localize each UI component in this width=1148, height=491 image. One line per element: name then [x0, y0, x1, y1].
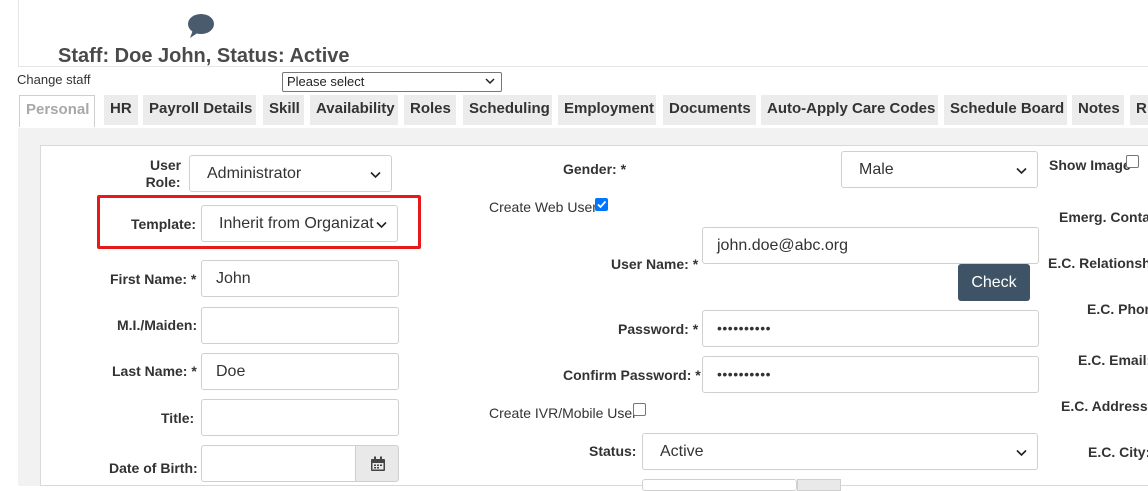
partial-button[interactable]	[797, 479, 841, 491]
user-role-label-line1: User	[150, 157, 182, 173]
create-web-user-checkbox[interactable]	[595, 198, 608, 211]
ec-phone-label: E.C. Phon	[1087, 301, 1148, 317]
create-ivr-user-checkbox[interactable]	[633, 403, 646, 416]
template-highlight-box	[97, 195, 421, 249]
tab-scheduling[interactable]: Scheduling	[463, 95, 552, 125]
tab-auto-apply-care-codes[interactable]: Auto-Apply Care Codes	[761, 95, 938, 125]
tab-schedule-board[interactable]: Schedule Board	[944, 95, 1067, 125]
user-role-label-line2: Role:	[145, 174, 181, 190]
gender-value: Male	[859, 161, 894, 178]
ec-relationship-label: E.C. Relationshi	[1048, 255, 1148, 271]
status-value: Active	[660, 443, 704, 460]
date-of-birth-label: Date of Birth:	[109, 460, 198, 476]
ec-email-label: E.C. Email:	[1078, 352, 1148, 368]
status-select[interactable]: Active	[642, 433, 1038, 470]
tab-roles[interactable]: Roles	[404, 95, 456, 125]
date-picker-button[interactable]	[355, 445, 399, 482]
last-name-label: Last Name: *	[112, 363, 197, 379]
status-label: Status:	[589, 443, 637, 459]
gender-label: Gender: *	[563, 161, 627, 177]
tab-personal[interactable]: Personal	[19, 95, 95, 127]
confirm-password-input[interactable]: ••••••••••	[702, 356, 1039, 393]
first-name-label: First Name: *	[110, 271, 197, 287]
password-label: Password: *	[618, 321, 699, 337]
user-name-input[interactable]: john.doe@abc.org	[702, 227, 1039, 264]
change-staff-select-value: Please select	[287, 74, 365, 89]
chevron-down-icon	[485, 78, 495, 85]
gender-select[interactable]: Male	[841, 151, 1038, 188]
tab-truncated[interactable]: R	[1130, 95, 1148, 125]
tab-notes[interactable]: Notes	[1072, 95, 1124, 125]
user-name-label: User Name: *	[611, 256, 699, 272]
title-input[interactable]	[201, 399, 399, 436]
create-web-user-label: Create Web User	[489, 199, 597, 215]
show-image-checkbox[interactable]	[1126, 155, 1139, 168]
tab-payroll-details[interactable]: Payroll Details	[143, 95, 256, 125]
chevron-down-icon	[1016, 449, 1027, 457]
show-image-label: Show Image	[1049, 157, 1131, 173]
confirm-password-label: Confirm Password: *	[563, 367, 701, 383]
change-staff-label: Change staff	[17, 72, 91, 87]
calendar-icon	[371, 456, 385, 471]
first-name-input[interactable]: John	[201, 260, 399, 297]
page-title: Staff: Doe John, Status: Active	[58, 45, 350, 67]
tab-skill[interactable]: Skill	[263, 95, 304, 125]
user-role-value: Administrator	[207, 165, 302, 182]
ec-city-label: E.C. City:	[1088, 444, 1148, 460]
checkmark-icon	[597, 200, 607, 209]
partial-input[interactable]	[642, 479, 797, 491]
user-role-select[interactable]: Administrator	[189, 155, 392, 192]
last-name-input[interactable]: Doe	[201, 353, 399, 390]
tab-employment[interactable]: Employment	[558, 95, 656, 125]
tab-hr[interactable]: HR	[104, 95, 138, 125]
chat-bubble-icon[interactable]	[187, 13, 215, 39]
emerg-contact-label: Emerg. Conta	[1059, 209, 1148, 225]
change-staff-select[interactable]: Please select	[282, 72, 502, 92]
tab-availability[interactable]: Availability	[310, 95, 398, 125]
check-username-button[interactable]: Check	[958, 264, 1030, 301]
mi-maiden-label: M.I./Maiden:	[117, 317, 198, 333]
create-ivr-user-label: Create IVR/Mobile User	[489, 405, 637, 421]
password-input[interactable]: ••••••••••	[702, 310, 1039, 347]
ec-address-label: E.C. Address:	[1061, 398, 1148, 414]
title-label: Title:	[161, 410, 195, 426]
chevron-down-icon	[1016, 167, 1027, 175]
user-role-label: User Role:	[146, 157, 182, 191]
date-of-birth-input[interactable]	[201, 445, 356, 482]
tab-documents[interactable]: Documents	[663, 95, 756, 125]
chevron-down-icon	[370, 171, 381, 179]
mi-maiden-input[interactable]	[201, 307, 399, 344]
